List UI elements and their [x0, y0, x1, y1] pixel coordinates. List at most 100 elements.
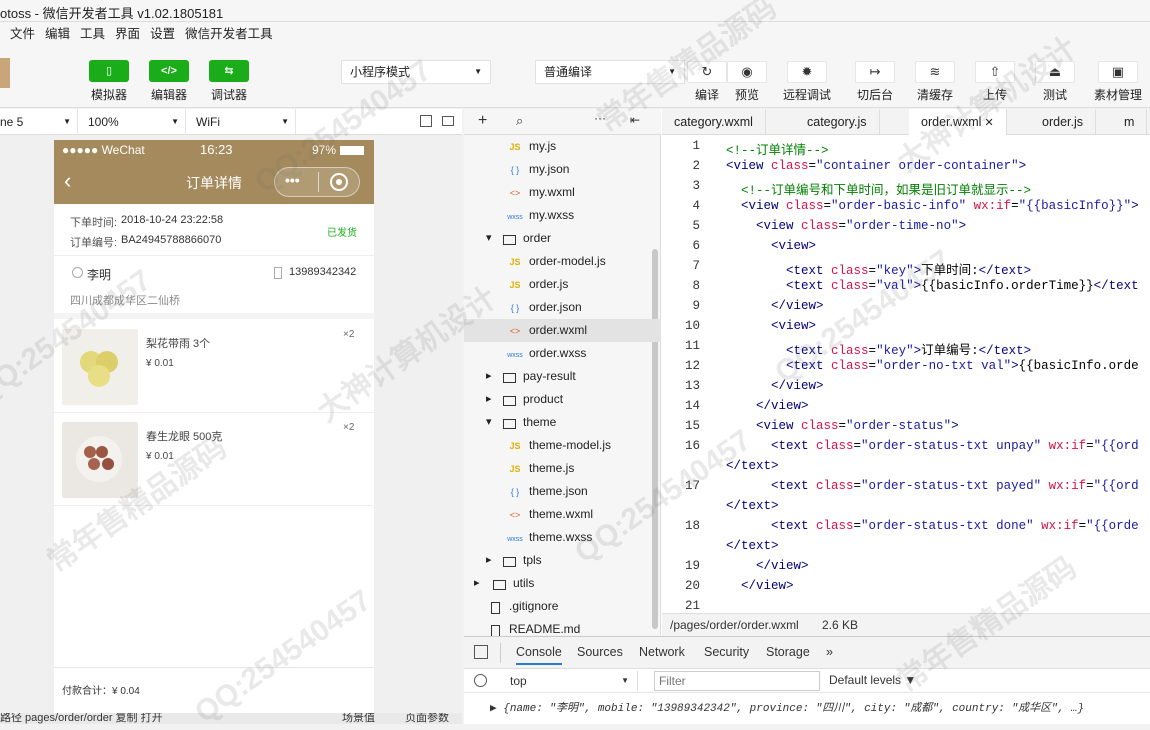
more-icon[interactable]: ···: [594, 111, 606, 125]
log-levels-select[interactable]: Default levels ▼: [829, 673, 916, 687]
console-filter-input[interactable]: [654, 671, 820, 691]
product-item[interactable]: 梨花带雨 3个 ¥ 0.01 ×2: [54, 325, 374, 413]
tree-item[interactable]: JS theme-model.js: [464, 434, 661, 457]
editor-tab[interactable]: category.js: [795, 109, 880, 135]
close-circle-icon[interactable]: [330, 173, 348, 191]
chevron-down-icon: ▼: [63, 117, 71, 126]
code-token: wx:if: [973, 199, 1012, 213]
menu-item[interactable]: 工具: [80, 22, 105, 46]
tree-item[interactable]: <> theme.wxml: [464, 503, 661, 526]
log-entry[interactable]: ▶ {name: "李明", mobile: "13989342342", pr…: [490, 699, 1084, 715]
network-select[interactable]: WiFi ▼: [186, 109, 296, 135]
code-line: <text class="order-status-txt payed" wx:…: [726, 479, 1139, 493]
line-number: 5: [692, 219, 700, 233]
editor-toggle-button[interactable]: </>: [149, 60, 189, 82]
tree-item[interactable]: JS order-model.js: [464, 250, 661, 273]
chevron-right-icon[interactable]: ▸: [486, 388, 492, 411]
tree-item[interactable]: .gitignore: [464, 595, 661, 618]
toolbar-action-icon[interactable]: ↻: [687, 61, 727, 83]
rotate-icon[interactable]: [420, 115, 432, 127]
add-icon[interactable]: +: [478, 112, 487, 130]
tree-item[interactable]: ▸ tpls: [464, 549, 661, 572]
tree-item[interactable]: JS order.js: [464, 273, 661, 296]
chevron-down-icon[interactable]: ▾: [486, 227, 492, 250]
debugger-toggle-button[interactable]: ⇆: [209, 60, 249, 82]
tree-item[interactable]: JS my.js: [464, 135, 661, 158]
close-icon[interactable]: ✕: [981, 117, 993, 129]
editor-tab[interactable]: m: [1112, 109, 1148, 135]
address-info[interactable]: 李明 13989342342 四川成都成华区二仙桥: [54, 257, 374, 319]
device-select[interactable]: ne 5 ▼: [0, 109, 78, 135]
menu-item[interactable]: 微信开发者工具: [185, 22, 273, 46]
toolbar-action-icon[interactable]: ↦: [855, 61, 895, 83]
devtools-tab[interactable]: Network: [639, 645, 685, 659]
tree-item[interactable]: { } my.json: [464, 158, 661, 181]
tree-item[interactable]: wxss order.wxss: [464, 342, 661, 365]
tree-item[interactable]: { } theme.json: [464, 480, 661, 503]
chevron-down-icon: ▼: [474, 67, 482, 76]
devtools-tab[interactable]: Security: [704, 645, 749, 659]
code-token: =: [868, 359, 877, 373]
editor-tab[interactable]: category.wxml: [662, 109, 766, 135]
tree-item[interactable]: JS theme.js: [464, 457, 661, 480]
toolbar-action-icon[interactable]: ⏏: [1035, 61, 1075, 83]
more-tabs-icon[interactable]: »: [826, 645, 833, 659]
menu-item[interactable]: 文件: [10, 22, 35, 46]
context-select[interactable]: top ▼: [504, 671, 638, 691]
popout-icon[interactable]: [442, 116, 454, 126]
tree-item[interactable]: ▾ order: [464, 227, 661, 250]
simulator-toggle-button[interactable]: ▯: [89, 60, 129, 82]
tree-item[interactable]: <> my.wxml: [464, 181, 661, 204]
menu-item[interactable]: 设置: [150, 22, 175, 46]
capsule-menu[interactable]: •••: [274, 167, 360, 197]
devtools-tab[interactable]: Sources: [577, 645, 623, 659]
tree-item[interactable]: ▾ theme: [464, 411, 661, 434]
chevron-down-icon[interactable]: ▾: [486, 411, 492, 434]
toolbar-action-icon[interactable]: ▣: [1098, 61, 1138, 83]
chevron-down-icon: ▼: [621, 676, 629, 685]
line-number: 3: [692, 179, 700, 193]
tree-item[interactable]: ▸ product: [464, 388, 661, 411]
compile-select[interactable]: 普通编译 ▼: [535, 60, 685, 84]
collapse-panel-icon[interactable]: ⇤: [630, 113, 640, 127]
product-item[interactable]: 春生龙眼 500克 ¥ 0.01 ×2: [54, 414, 374, 506]
code-token: "key": [876, 264, 914, 278]
menu-item[interactable]: 编辑: [45, 22, 70, 46]
tree-item[interactable]: wxss my.wxss: [464, 204, 661, 227]
editor-tab[interactable]: order.js: [1030, 109, 1096, 135]
device-bar: ne 5 ▼ 100% ▼ WiFi ▼: [0, 109, 462, 135]
code-token: <view>: [726, 239, 817, 253]
tree-item[interactable]: ▸ pay-result: [464, 365, 661, 388]
toolbar-action-label: 上传: [982, 88, 1007, 102]
chevron-right-icon[interactable]: ▸: [474, 572, 480, 595]
toolbar-action-icon[interactable]: ◉: [727, 61, 767, 83]
code-editor[interactable]: 1 <!--订单详情--> 2 <view class="container orde…: [662, 135, 1150, 613]
scene-label[interactable]: 场景值: [342, 713, 375, 724]
js-file-icon: JS: [509, 464, 521, 474]
devtools-tab[interactable]: Storage: [766, 645, 810, 659]
line-number: 10: [684, 319, 700, 333]
toolbar-action-icon[interactable]: ≋: [915, 61, 955, 83]
menu-item[interactable]: 界面: [115, 22, 140, 46]
page-params-label[interactable]: 页面参数: [405, 713, 449, 724]
zoom-select[interactable]: 100% ▼: [78, 109, 186, 135]
toolbar-action-icon[interactable]: ⇧: [975, 61, 1015, 83]
devtools-tab[interactable]: Console: [516, 645, 562, 665]
chevron-right-icon[interactable]: ▸: [486, 365, 492, 388]
chevron-right-icon[interactable]: ▸: [486, 549, 492, 572]
tree-item[interactable]: wxss theme.wxss: [464, 526, 661, 549]
search-icon[interactable]: ⌕: [516, 113, 523, 129]
code-token: class: [831, 344, 869, 358]
tree-item[interactable]: ▸ utils: [464, 572, 661, 595]
code-token: <view>: [726, 319, 817, 333]
mode-select[interactable]: 小程序模式 ▼: [341, 60, 491, 84]
tree-item[interactable]: { } order.json: [464, 296, 661, 319]
tree-item[interactable]: <> order.wxml: [464, 319, 661, 342]
toolbar-action-icon[interactable]: ✹: [787, 61, 827, 83]
more-icon[interactable]: •••: [285, 172, 300, 188]
avatar[interactable]: [0, 58, 10, 88]
inspect-icon[interactable]: [474, 645, 488, 659]
code-token: <view: [726, 419, 802, 433]
clear-console-icon[interactable]: [474, 674, 487, 687]
editor-tab[interactable]: order.wxml ✕: [909, 109, 1007, 135]
